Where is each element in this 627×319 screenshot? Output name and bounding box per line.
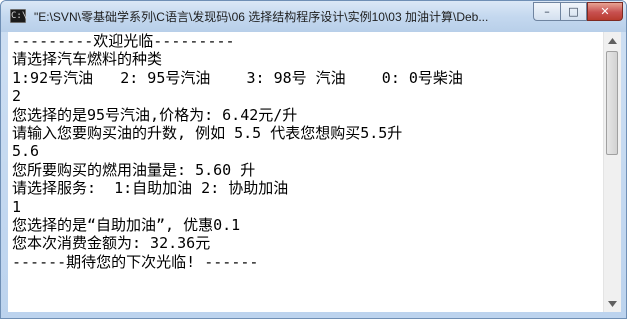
- console-line: 1:92号汽油 2: 95号汽油 3: 98号 汽油 0: 0号柴油: [12, 68, 463, 87]
- console-line: 您所要购买的燃用油量是: 5.60 升: [12, 160, 256, 179]
- console-line: 您选择的是95号汽油,价格为: 6.42元/升: [12, 105, 298, 124]
- close-button[interactable]: ✕: [587, 2, 623, 21]
- console-line: ---------欢迎光临---------: [12, 32, 235, 50]
- console-line: 2: [12, 87, 22, 106]
- minimize-button[interactable]: –: [533, 2, 560, 21]
- console-line: 您选择的是“自助加油”, 优惠0.1: [12, 215, 241, 234]
- console-line: ------期待您的下次光临! ------: [12, 252, 259, 271]
- console-line: 请选择汽车燃料的种类: [12, 50, 163, 69]
- console-window: C:\ "E:\SVN\零基础学系列\C语言\发现码\06 选择结构程序设计\实…: [0, 0, 627, 319]
- close-icon: ✕: [600, 5, 610, 18]
- console-line: 请输入您要购买油的升数, 例如 5.5 代表您想购买5.5升: [12, 123, 403, 142]
- title-bar[interactable]: C:\ "E:\SVN\零基础学系列\C语言\发现码\06 选择结构程序设计\实…: [1, 1, 626, 32]
- vertical-scrollbar[interactable]: [603, 32, 621, 312]
- console-line: 您本次消费金额为: 32.36元: [12, 234, 211, 253]
- minimize-icon: –: [544, 5, 550, 18]
- scroll-up-button[interactable]: [604, 32, 621, 49]
- console-line: 1: [12, 197, 22, 216]
- console-output[interactable]: ---------欢迎光临--------- 请选择汽车燃料的种类 1:92号汽…: [8, 32, 603, 312]
- console-line: 请选择服务: 1:自助加油 2: 协助加油: [12, 179, 289, 198]
- maximize-button[interactable]: □: [560, 2, 587, 21]
- scroll-up-arrow-icon: [608, 37, 617, 44]
- window-title: "E:\SVN\零基础学系列\C语言\发现码\06 选择结构程序设计\实例10\…: [34, 10, 489, 24]
- console-line: 5.6: [12, 142, 40, 161]
- scroll-down-arrow-icon: [608, 300, 617, 307]
- scroll-down-button[interactable]: [604, 295, 621, 312]
- console-app-icon[interactable]: C:\: [10, 9, 27, 23]
- scroll-thumb[interactable]: [606, 51, 618, 155]
- maximize-icon: □: [568, 5, 579, 18]
